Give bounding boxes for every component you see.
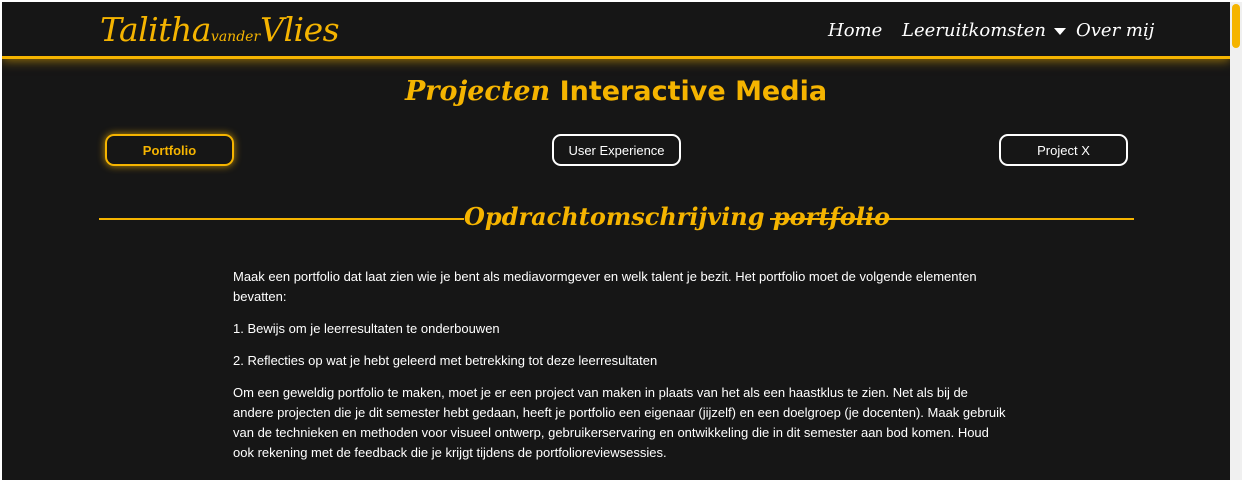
vertical-scrollbar[interactable] [1230,2,1242,480]
paragraph-item-1: 1. Bewijs om je leerresultaten te onderb… [233,321,500,336]
nav-leeruitkomsten-dropdown[interactable]: Leeruitkomsten [902,20,1066,44]
assignment-description: Maak een portfolio dat laat zien wie je … [233,267,1008,475]
page-title: Projecten Interactive Media [2,76,1230,107]
page-title-plain: Projecten [404,76,551,107]
site-logo[interactable]: TalithavanderVlies [100,10,340,49]
logo-first: Talitha [100,10,211,49]
nav-leeruitkomsten-label: Leeruitkomsten [902,20,1046,41]
paragraph-item-2: 2. Reflecties op wat je hebt geleerd met… [233,353,658,368]
tab-project-x[interactable]: Project X [999,134,1128,166]
paragraph-intro: Maak een portfolio dat laat zien wie je … [233,269,977,304]
nav-over-mij[interactable]: Over mij [1076,20,1154,44]
nav-home[interactable]: Home [828,20,882,44]
paragraph-details: Om een geweldig portfolio te maken, moet… [233,385,1006,460]
navbar: TalithavanderVlies Home Leeruitkomsten O… [2,2,1230,59]
section-title: Opdrachtomschrijving portfolio [464,202,890,231]
caret-down-icon [1053,27,1066,35]
logo-last: Vlies [260,10,340,49]
section-divider-left [99,218,464,220]
tab-user-experience[interactable]: User Experience [552,134,681,166]
section-divider-right [770,218,1134,220]
tab-portfolio[interactable]: Portfolio [105,134,234,166]
page-title-bold: Interactive Media [559,76,828,107]
scrollbar-thumb[interactable] [1232,4,1240,48]
logo-middle: vander [210,29,261,45]
browser-viewport: TalithavanderVlies Home Leeruitkomsten O… [2,2,1242,480]
